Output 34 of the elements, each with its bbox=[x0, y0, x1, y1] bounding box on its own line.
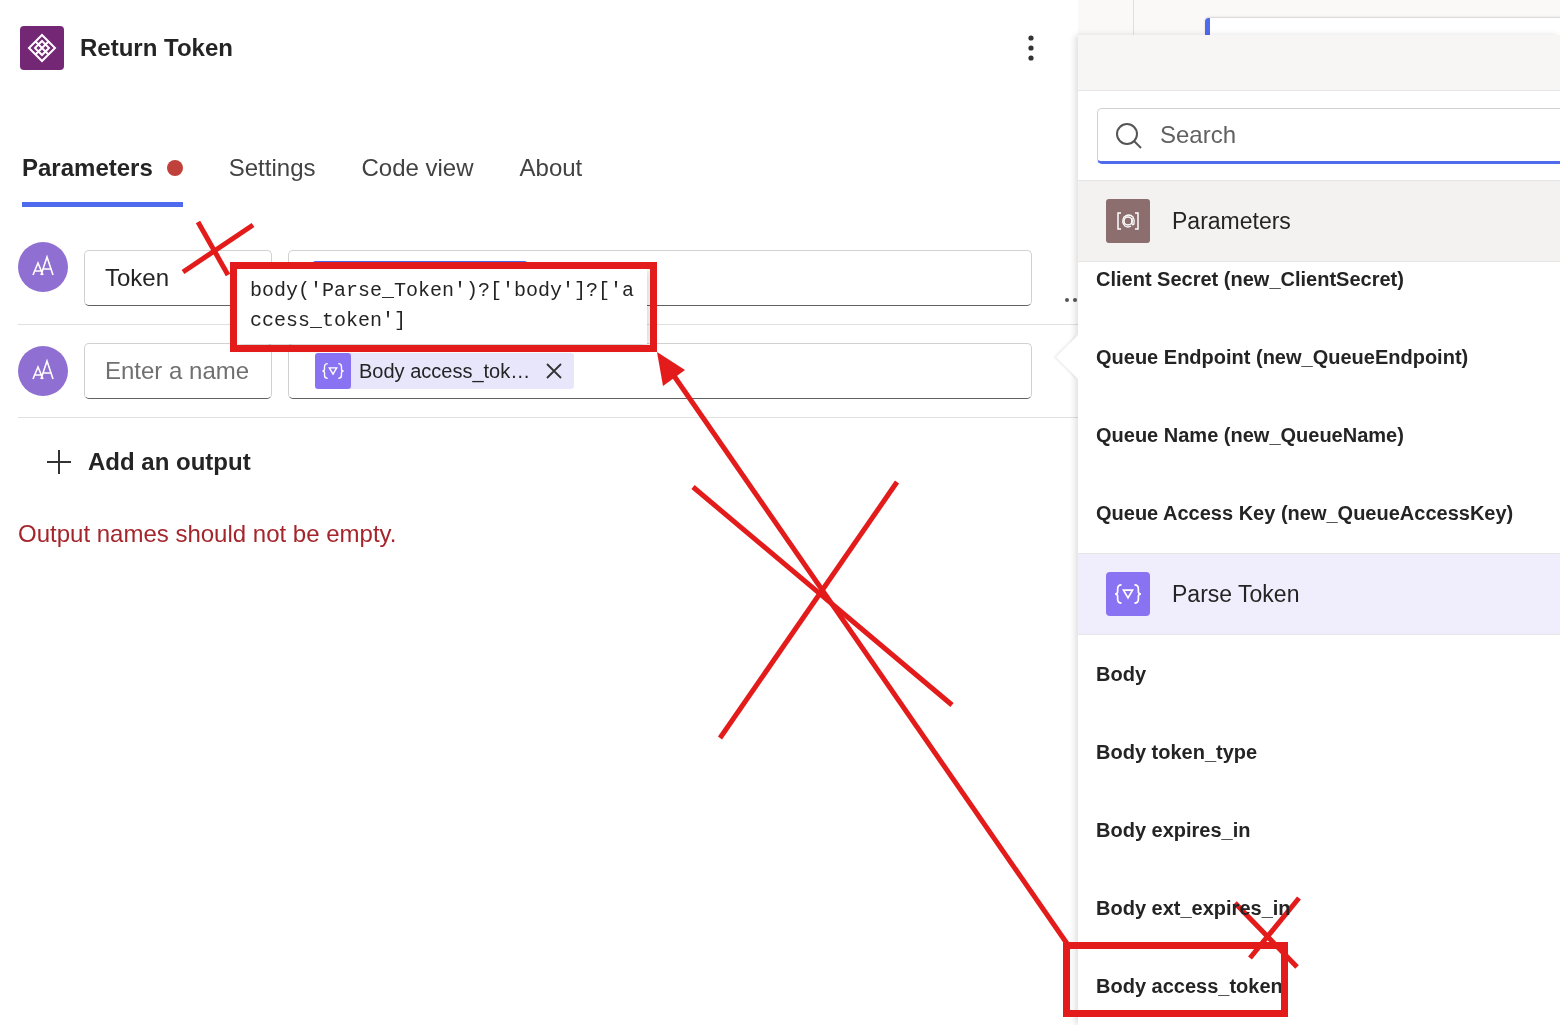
parameters-icon bbox=[1106, 199, 1150, 243]
group-title: Parameters bbox=[1172, 207, 1291, 235]
group-title: Parse Token bbox=[1172, 580, 1300, 608]
tab[interactable]: Parameters bbox=[22, 154, 183, 207]
tab[interactable]: Settings bbox=[228, 154, 316, 207]
dynamic-content-item[interactable]: Body expires_in bbox=[1078, 791, 1560, 869]
group-header[interactable]: Parameters bbox=[1078, 180, 1560, 262]
remove-icon[interactable] bbox=[546, 363, 563, 379]
dynamic-content-item[interactable]: Queue Name (new_QueueName) bbox=[1078, 418, 1560, 496]
dynamic-content-item[interactable]: Body token_type bbox=[1078, 713, 1560, 791]
expression-tooltip: body('Parse_Token')?['body']?['access_token'] bbox=[237, 268, 648, 344]
token-chip[interactable]: Body access_tok… bbox=[315, 353, 575, 389]
panel-title: Return Token bbox=[80, 33, 234, 62]
expression-icon bbox=[1106, 572, 1150, 616]
output-name-field[interactable]: Enter a name bbox=[84, 343, 272, 399]
group-header[interactable]: Parse Token bbox=[1078, 553, 1560, 635]
add-output-button[interactable]: Add an output bbox=[46, 444, 251, 480]
tab[interactable]: About bbox=[519, 154, 583, 207]
plus-icon bbox=[46, 449, 72, 475]
search-field[interactable]: Search bbox=[1097, 108, 1560, 164]
dynamic-content-item[interactable]: Body access_token bbox=[1078, 947, 1560, 1025]
app-logo-icon bbox=[20, 25, 64, 70]
dynamic-content-item[interactable]: Body bbox=[1078, 635, 1560, 713]
tab[interactable]: Code view bbox=[361, 154, 474, 207]
dynamic-content-item[interactable]: Queue Access Key (new_QueueAccessKey) bbox=[1078, 496, 1560, 553]
text-avatar-icon bbox=[18, 346, 68, 396]
expression-icon bbox=[315, 353, 351, 389]
dynamic-content-item[interactable]: Client Secret (new_ClientSecret) bbox=[1078, 262, 1560, 340]
error-message: Output names should not be empty. bbox=[18, 520, 398, 548]
text-avatar-icon bbox=[18, 242, 68, 292]
dynamic-content-item[interactable]: Queue Endpoint (new_QueueEndpoint) bbox=[1078, 340, 1560, 418]
search-icon bbox=[1115, 122, 1143, 150]
more-options-icon[interactable] bbox=[1064, 297, 1080, 303]
more-options-icon[interactable] bbox=[1028, 34, 1034, 61]
